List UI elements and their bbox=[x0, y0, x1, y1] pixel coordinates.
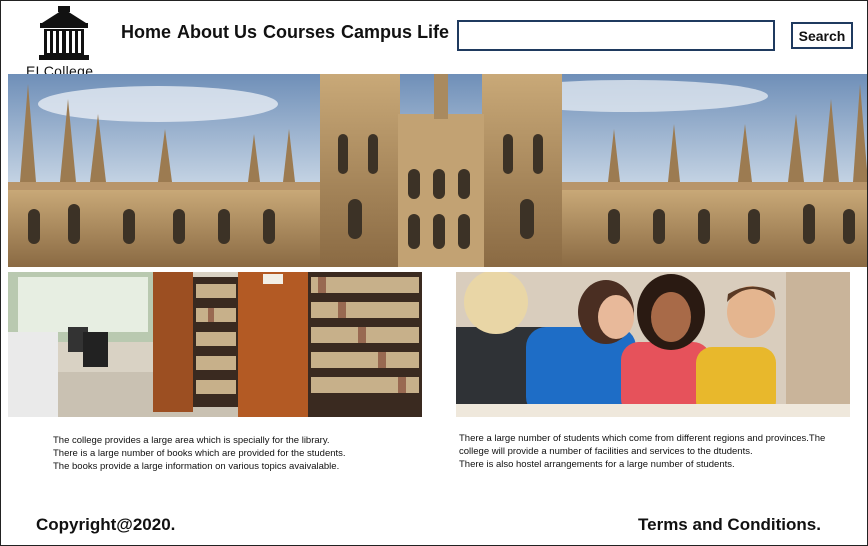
students-description: There a large number of students which c… bbox=[459, 432, 829, 471]
search-button[interactable]: Search bbox=[791, 22, 853, 49]
library-line: There is a large number of books which a… bbox=[53, 448, 346, 459]
nav-campus-life[interactable]: Campus Life bbox=[341, 22, 449, 43]
nav-home[interactable]: Home bbox=[121, 22, 171, 43]
nav-about-us[interactable]: About Us bbox=[177, 22, 257, 43]
copyright-text: Copyright@2020. bbox=[36, 515, 176, 534]
students-line: There is also hostel arrangements for a … bbox=[459, 459, 735, 470]
students-line: There a large number of students which c… bbox=[459, 433, 826, 457]
campus-banner-image bbox=[8, 74, 867, 267]
library-line: The college provides a large area which … bbox=[53, 435, 330, 446]
terms-link[interactable]: Terms and Conditions. bbox=[638, 515, 821, 535]
library-description: The college provides a large area which … bbox=[53, 434, 346, 473]
main-nav: Home About Us Courses Campus Life bbox=[121, 22, 449, 43]
library-line: The books provide a large information on… bbox=[53, 461, 340, 472]
nav-courses[interactable]: Courses bbox=[263, 22, 335, 43]
logo[interactable]: ELCollege bbox=[25, 6, 107, 79]
students-studying-photo bbox=[456, 272, 850, 417]
college-building-icon bbox=[39, 6, 89, 60]
library-bookshelves-photo bbox=[8, 272, 422, 417]
search-input[interactable] bbox=[457, 20, 775, 51]
page-frame: ELCollege Home About Us Courses Campus L… bbox=[0, 0, 868, 546]
